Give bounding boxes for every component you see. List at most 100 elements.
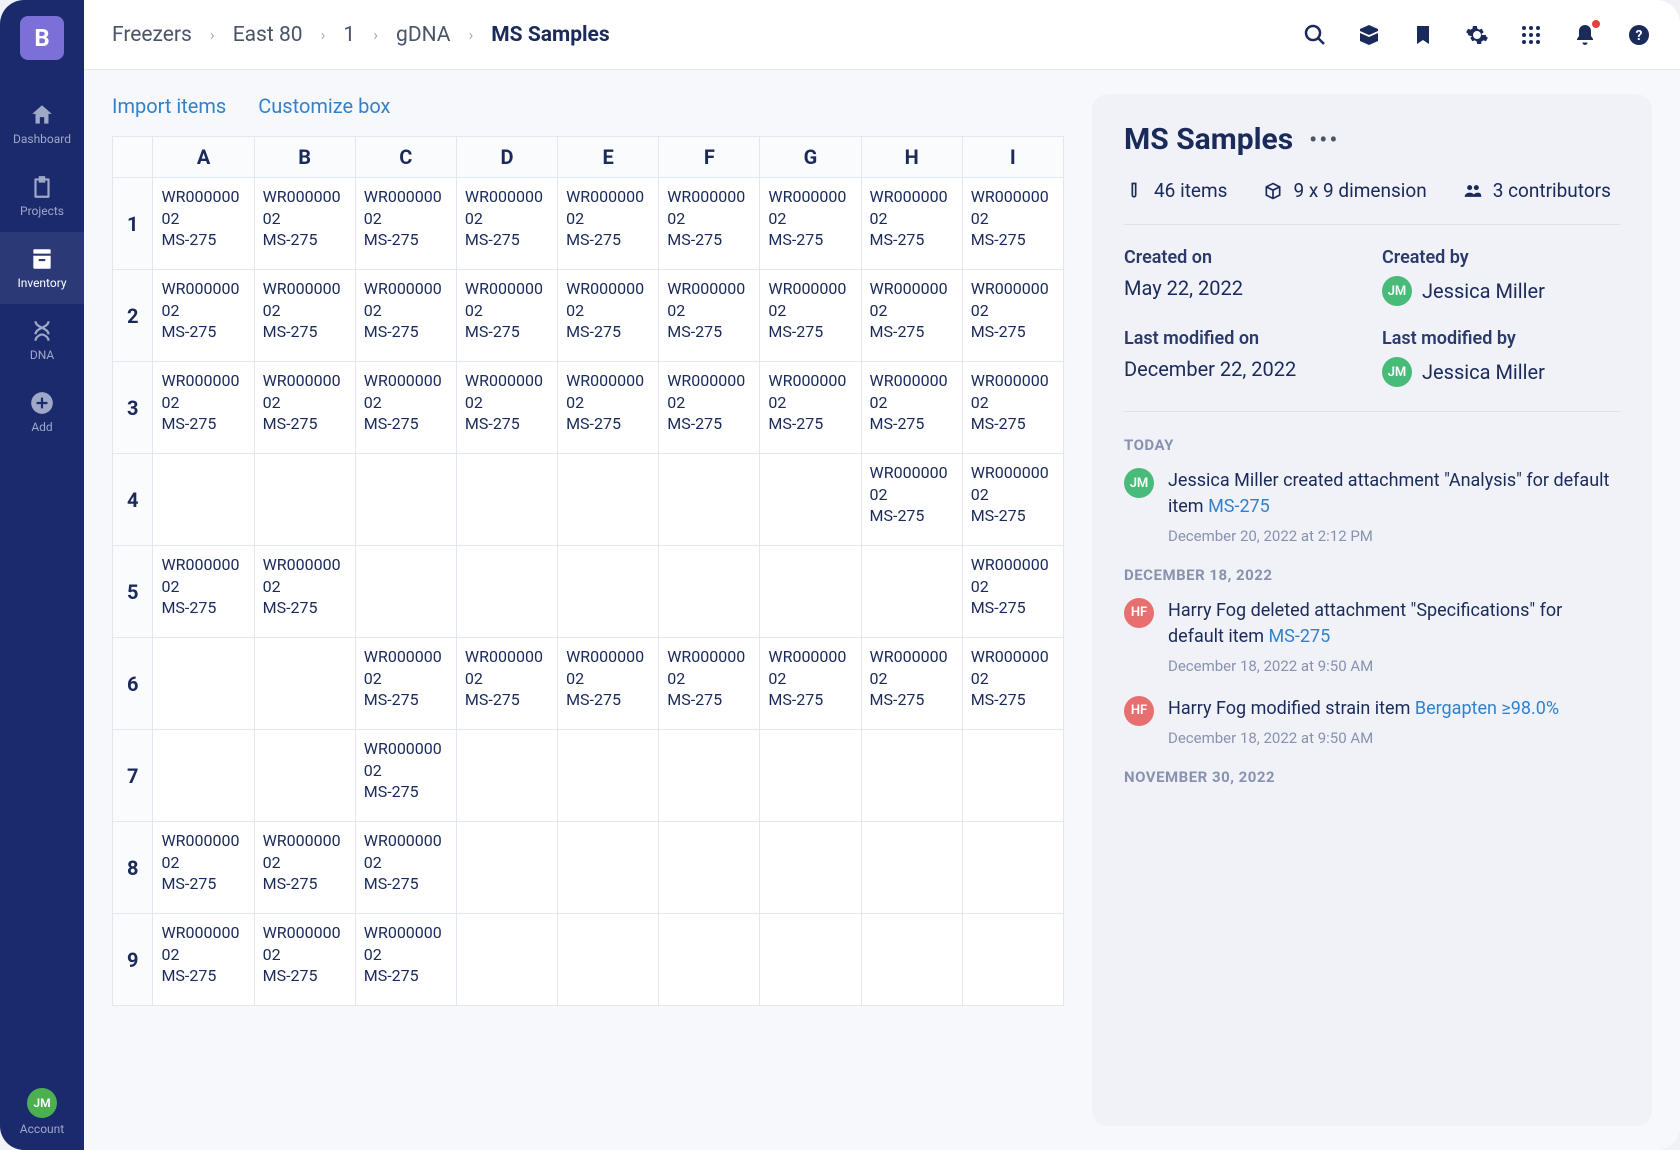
grid-cell[interactable]	[558, 822, 659, 914]
grid-cell[interactable]	[456, 914, 557, 1006]
row-header[interactable]: 1	[113, 178, 153, 270]
sidebar-item-add[interactable]: Add	[0, 376, 84, 448]
grid-cell[interactable]: WR00000002MS-275	[456, 638, 557, 730]
grid-cell[interactable]: WR00000002MS-275	[456, 270, 557, 362]
grid-cell[interactable]	[558, 546, 659, 638]
grid-cell[interactable]: WR00000002MS-275	[659, 178, 760, 270]
grid-cell[interactable]	[659, 914, 760, 1006]
grid-cell[interactable]: WR00000002MS-275	[355, 730, 456, 822]
sidebar-item-account[interactable]: JM Account	[0, 1074, 84, 1150]
grid-cell[interactable]: WR00000002MS-275	[760, 638, 861, 730]
column-header[interactable]: D	[456, 137, 557, 178]
grid-cell[interactable]: WR00000002MS-275	[355, 270, 456, 362]
grid-cell[interactable]: WR00000002MS-275	[456, 362, 557, 454]
grid-cell[interactable]: WR00000002MS-275	[456, 178, 557, 270]
row-header[interactable]: 2	[113, 270, 153, 362]
grid-cell[interactable]	[760, 546, 861, 638]
breadcrumb-item[interactable]: Freezers	[112, 23, 192, 47]
column-header[interactable]: G	[760, 137, 861, 178]
grid-cell[interactable]	[861, 546, 962, 638]
grid-cell[interactable]: WR00000002MS-275	[962, 178, 1063, 270]
more-icon[interactable]: •••	[1309, 126, 1339, 154]
grid-cell[interactable]	[760, 822, 861, 914]
grid-cell[interactable]: WR00000002MS-275	[861, 178, 962, 270]
grid-cell[interactable]: WR00000002MS-275	[355, 914, 456, 1006]
grid-cell[interactable]: WR00000002MS-275	[153, 178, 254, 270]
grid-cell[interactable]: WR00000002MS-275	[254, 914, 355, 1006]
grid-cell[interactable]: WR00000002MS-275	[153, 546, 254, 638]
grid-cell[interactable]: WR00000002MS-275	[355, 638, 456, 730]
breadcrumb-item[interactable]: 1	[343, 23, 355, 47]
grid-cell[interactable]: WR00000002MS-275	[153, 822, 254, 914]
grid-cell[interactable]: WR00000002MS-275	[962, 454, 1063, 546]
grid-cell[interactable]: WR00000002MS-275	[254, 822, 355, 914]
grid-cell[interactable]	[558, 730, 659, 822]
grid-cell[interactable]: WR00000002MS-275	[558, 362, 659, 454]
grid-cell[interactable]	[659, 730, 760, 822]
grid-cell[interactable]: WR00000002MS-275	[760, 178, 861, 270]
grid-cell[interactable]: WR00000002MS-275	[962, 638, 1063, 730]
grid-cell[interactable]	[456, 546, 557, 638]
sidebar-item-dashboard[interactable]: Dashboard	[0, 88, 84, 160]
row-header[interactable]: 9	[113, 914, 153, 1006]
column-header[interactable]: I	[962, 137, 1063, 178]
breadcrumb-item[interactable]: gDNA	[396, 23, 450, 47]
column-header[interactable]: F	[659, 137, 760, 178]
grid-cell[interactable]	[861, 914, 962, 1006]
grid-cell[interactable]: WR00000002MS-275	[962, 270, 1063, 362]
grid-cell[interactable]: WR00000002MS-275	[659, 362, 760, 454]
grid-cell[interactable]: WR00000002MS-275	[558, 638, 659, 730]
grid-cell[interactable]: WR00000002MS-275	[558, 270, 659, 362]
grid-cell[interactable]: WR00000002MS-275	[558, 178, 659, 270]
column-header[interactable]: C	[355, 137, 456, 178]
sidebar-item-inventory[interactable]: Inventory	[0, 232, 84, 304]
bookmark-icon[interactable]	[1410, 22, 1436, 48]
help-icon[interactable]: ?	[1626, 22, 1652, 48]
bell-icon[interactable]	[1572, 22, 1598, 48]
activity-link[interactable]: MS-275	[1268, 626, 1330, 647]
customize-box-link[interactable]: Customize box	[258, 94, 390, 118]
grid-cell[interactable]	[861, 822, 962, 914]
row-header[interactable]: 5	[113, 546, 153, 638]
grid-cell[interactable]: WR00000002MS-275	[254, 270, 355, 362]
grid-cell[interactable]: WR00000002MS-275	[153, 270, 254, 362]
grid-cell[interactable]	[558, 914, 659, 1006]
grid-cell[interactable]: WR00000002MS-275	[861, 454, 962, 546]
sidebar-item-projects[interactable]: Projects	[0, 160, 84, 232]
grid-cell[interactable]: WR00000002MS-275	[254, 178, 355, 270]
grid-cell[interactable]	[659, 546, 760, 638]
grid-cell[interactable]: WR00000002MS-275	[355, 178, 456, 270]
grid-cell[interactable]	[962, 914, 1063, 1006]
breadcrumb-item[interactable]: MS Samples	[491, 23, 609, 47]
grid-cell[interactable]: WR00000002MS-275	[254, 546, 355, 638]
grid-cell[interactable]	[355, 454, 456, 546]
grid-cell[interactable]	[760, 914, 861, 1006]
column-header[interactable]: E	[558, 137, 659, 178]
row-header[interactable]: 4	[113, 454, 153, 546]
column-header[interactable]: B	[254, 137, 355, 178]
column-header[interactable]: A	[153, 137, 254, 178]
grid-cell[interactable]	[659, 454, 760, 546]
grid-cell[interactable]	[962, 822, 1063, 914]
grid-cell[interactable]: WR00000002MS-275	[659, 270, 760, 362]
activity-link[interactable]: Bergapten ≥98.0%	[1415, 698, 1559, 719]
activity-link[interactable]: MS-275	[1208, 496, 1270, 517]
row-header[interactable]: 3	[113, 362, 153, 454]
grid-cell[interactable]	[153, 454, 254, 546]
grid-cell[interactable]: WR00000002MS-275	[861, 362, 962, 454]
grid-cell[interactable]	[456, 730, 557, 822]
grid-cell[interactable]: WR00000002MS-275	[962, 362, 1063, 454]
row-header[interactable]: 7	[113, 730, 153, 822]
grid-cell[interactable]: WR00000002MS-275	[153, 362, 254, 454]
grid-cell[interactable]: WR00000002MS-275	[254, 362, 355, 454]
grid-cell[interactable]	[456, 454, 557, 546]
grid-cell[interactable]	[254, 454, 355, 546]
column-header[interactable]: H	[861, 137, 962, 178]
grid-cell[interactable]	[153, 730, 254, 822]
gear-icon[interactable]	[1464, 22, 1490, 48]
sidebar-item-dna[interactable]: DNA	[0, 304, 84, 376]
grid-cell[interactable]	[355, 546, 456, 638]
search-icon[interactable]	[1302, 22, 1328, 48]
grid-cell[interactable]	[760, 730, 861, 822]
grid-cell[interactable]	[861, 730, 962, 822]
